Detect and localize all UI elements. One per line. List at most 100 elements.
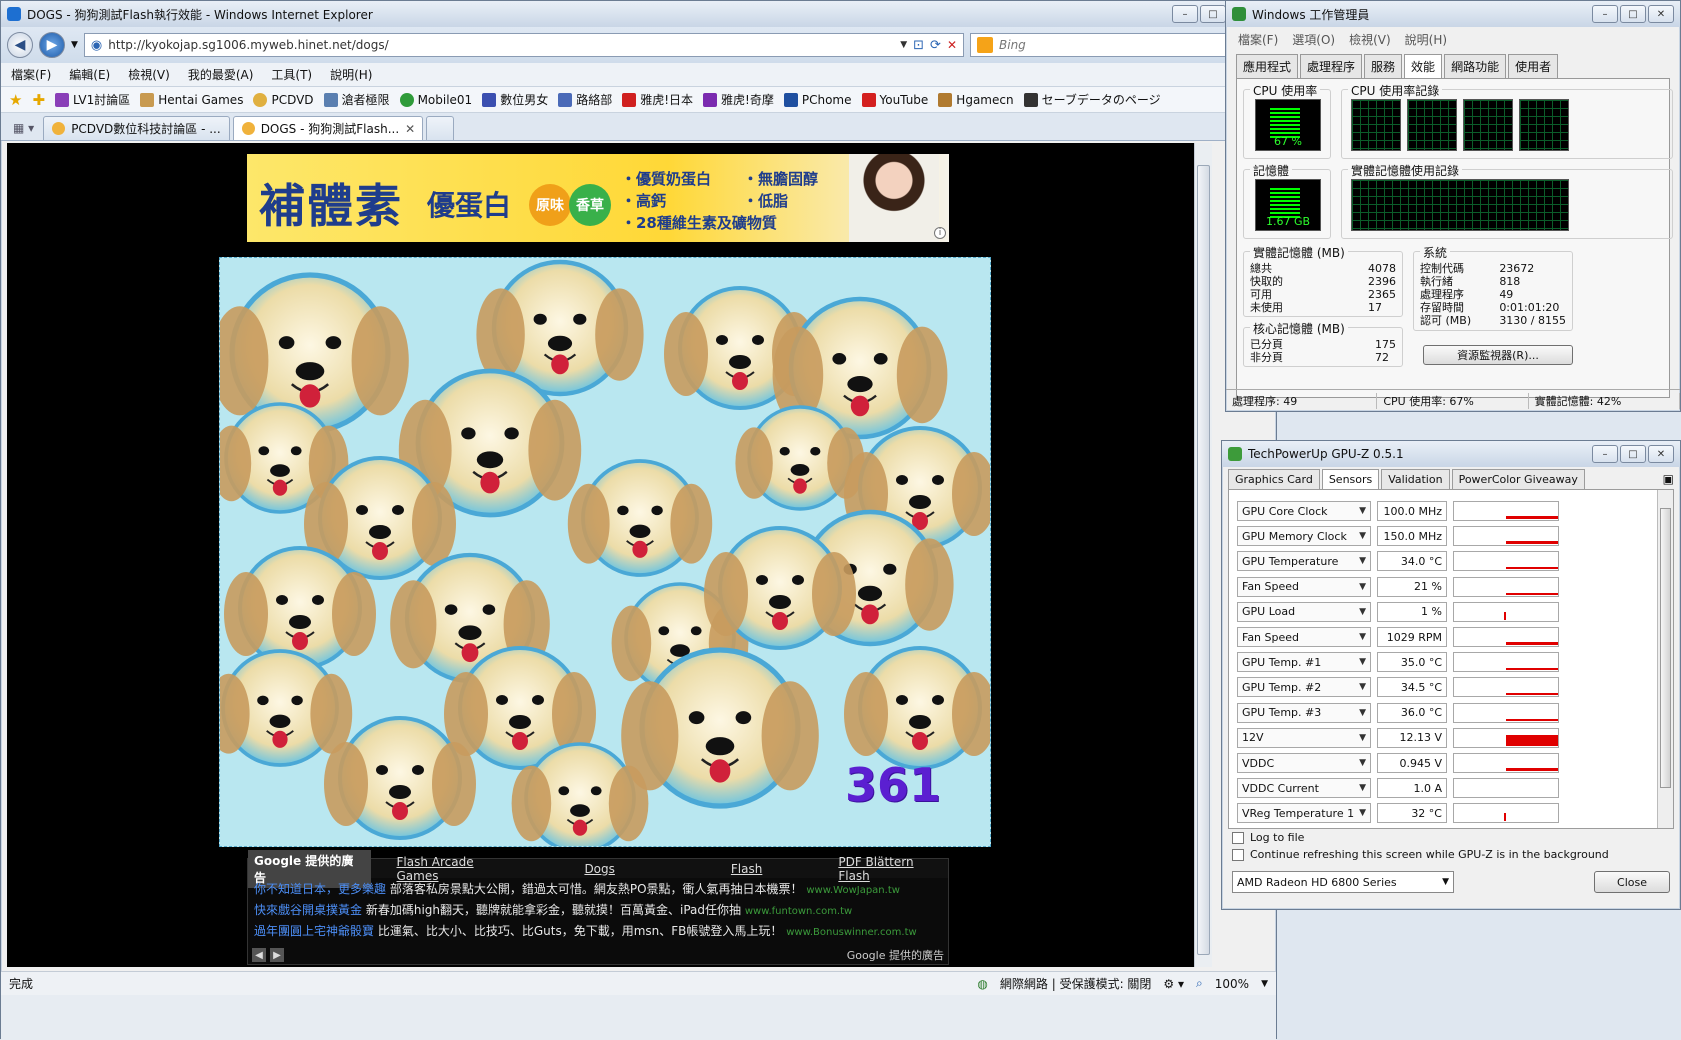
sensor-label-dropdown[interactable]: GPU Temp. #2 ▼ bbox=[1237, 677, 1371, 698]
menu-tools[interactable]: 工具(T) bbox=[271, 66, 312, 83]
sensor-label-dropdown[interactable]: GPU Load ▼ bbox=[1237, 601, 1371, 622]
tab-services[interactable]: 服務 bbox=[1364, 54, 1403, 78]
log-to-file-checkbox[interactable] bbox=[1232, 831, 1244, 844]
resource-monitor-button[interactable]: 資源監視器(R)... bbox=[1423, 345, 1573, 365]
tab-pcdvd[interactable]: PCDVD數位科技討論區 - ... bbox=[43, 116, 230, 140]
menu-view[interactable]: 檢視(V) bbox=[128, 66, 170, 83]
address-url[interactable]: http://kyokojap.sg1006.myweb.hinet.net/d… bbox=[108, 38, 894, 52]
background-refresh-checkbox[interactable] bbox=[1232, 848, 1244, 861]
ad-topic-link[interactable]: PDF Blättern Flash bbox=[838, 855, 948, 883]
zoom-icon[interactable]: ⌕ bbox=[1196, 976, 1203, 991]
ad-info-icon[interactable]: i bbox=[934, 227, 946, 239]
security-zone[interactable]: 網際網路 | 受保護模式: 關閉 bbox=[1000, 975, 1152, 992]
sensor-label-dropdown[interactable]: VDDC Current ▼ bbox=[1237, 778, 1371, 799]
page-scrollbar[interactable] bbox=[1194, 143, 1212, 967]
background-refresh-option[interactable]: Continue refreshing this screen while GP… bbox=[1222, 846, 1680, 863]
sensor-label-dropdown[interactable]: 12V ▼ bbox=[1237, 727, 1371, 748]
fav-link[interactable]: Mobile01 bbox=[399, 92, 472, 107]
minimize-button[interactable]: – bbox=[1592, 5, 1618, 23]
tm-menu-view[interactable]: 檢視(V) bbox=[1349, 31, 1391, 48]
ads-by-google[interactable]: Google 提供的廣告 bbox=[847, 947, 944, 963]
sensors-scrollbar[interactable] bbox=[1657, 490, 1673, 828]
forward-button[interactable]: ▶ bbox=[39, 32, 65, 58]
tab-validation[interactable]: Validation bbox=[1381, 469, 1450, 489]
ad-topic-link[interactable]: Dogs bbox=[584, 862, 614, 876]
address-bar[interactable]: ◉ http://kyokojap.sg1006.myweb.hinet.net… bbox=[83, 33, 964, 57]
ad-url[interactable]: www.WowJapan.tw bbox=[806, 885, 900, 896]
minimize-button[interactable]: – bbox=[1592, 445, 1618, 463]
new-tab-button[interactable] bbox=[425, 116, 454, 140]
stop-icon[interactable]: ✕ bbox=[947, 38, 957, 52]
sensor-label-dropdown[interactable]: GPU Temperature ▼ bbox=[1237, 551, 1371, 572]
tm-menu-help[interactable]: 說明(H) bbox=[1405, 31, 1447, 48]
maximize-button[interactable]: □ bbox=[1620, 5, 1646, 23]
sensor-label-dropdown[interactable]: GPU Memory Clock ▼ bbox=[1237, 526, 1371, 547]
scrollbar-thumb[interactable] bbox=[1197, 165, 1210, 955]
close-button[interactable]: ✕ bbox=[1648, 445, 1674, 463]
fav-link[interactable]: 滄者極限 bbox=[323, 91, 390, 108]
fav-link[interactable]: 雅虎!日本 bbox=[622, 91, 693, 108]
sensor-label-dropdown[interactable]: VReg Temperature 1 ▼ bbox=[1237, 803, 1371, 824]
fav-link[interactable]: LV1討論區 bbox=[55, 91, 130, 108]
favorites-star-icon[interactable]: ★ bbox=[9, 91, 22, 109]
tab-processes[interactable]: 處理程序 bbox=[1300, 54, 1363, 78]
tab-giveaway[interactable]: PowerColor Giveaway bbox=[1451, 469, 1585, 489]
ad-title[interactable]: 過年團圓上宅神爺骰寶 bbox=[254, 924, 374, 938]
tab-graphics-card[interactable]: Graphics Card bbox=[1228, 469, 1320, 489]
refresh-icon[interactable]: ⟳ bbox=[930, 38, 941, 53]
tab-users[interactable]: 使用者 bbox=[1508, 54, 1559, 78]
gpuz-close-button[interactable]: Close bbox=[1594, 871, 1670, 893]
ad-line[interactable]: 你不知道日本，更多樂趣 部落客私房景點大公開，錯過太可惜。網友熱PO景點，衝人氣… bbox=[248, 878, 948, 899]
sensor-label-dropdown[interactable]: Fan Speed ▼ bbox=[1237, 627, 1371, 647]
maximize-button[interactable]: □ bbox=[1200, 5, 1226, 23]
camera-icon[interactable]: ▣ bbox=[1663, 469, 1674, 489]
menu-file[interactable]: 檔案(F) bbox=[11, 66, 51, 83]
fav-link[interactable]: PChome bbox=[783, 92, 852, 107]
add-favorite-icon[interactable]: ✚ bbox=[32, 91, 45, 109]
ad-topic-link[interactable]: Flash bbox=[731, 862, 762, 876]
sensor-label-dropdown[interactable]: GPU Temp. #1 ▼ bbox=[1237, 652, 1371, 673]
menu-help[interactable]: 說明(H) bbox=[330, 66, 372, 83]
gpu-select[interactable]: AMD Radeon HD 6800 Series ▼ bbox=[1232, 871, 1454, 893]
close-button[interactable]: ✕ bbox=[1648, 5, 1674, 23]
sensor-label-dropdown[interactable]: GPU Temp. #3 ▼ bbox=[1237, 702, 1371, 723]
tm-menu-file[interactable]: 檔案(F) bbox=[1238, 31, 1278, 48]
sensor-label-dropdown[interactable]: VDDC ▼ bbox=[1237, 753, 1371, 773]
ad-line[interactable]: 快來戲谷開桌撲黃金 新春加碼high翻天，聽牌就能拿彩金，聽就摸！百萬黃金、iP… bbox=[248, 899, 948, 920]
scrollbar-thumb[interactable] bbox=[1660, 508, 1671, 788]
close-tab-icon[interactable]: ✕ bbox=[405, 122, 415, 136]
ad-url[interactable]: www.funtown.com.tw bbox=[745, 906, 852, 917]
zoom-dropdown-icon[interactable]: ▼ bbox=[1261, 979, 1268, 989]
fav-link[interactable]: Hentai Games bbox=[140, 92, 243, 107]
maximize-button[interactable]: □ bbox=[1620, 445, 1646, 463]
quick-tabs-icon[interactable]: ▦ ▾ bbox=[7, 121, 40, 140]
fav-link[interactable]: Hgamecn bbox=[938, 92, 1014, 107]
fav-link[interactable]: PCDVD bbox=[253, 92, 314, 107]
flash-dogs-game[interactable]: 361 bbox=[219, 257, 991, 847]
sensor-label-dropdown[interactable]: GPU Core Clock ▼ bbox=[1237, 501, 1371, 521]
tab-networking[interactable]: 網路功能 bbox=[1444, 54, 1507, 78]
fav-link[interactable]: YouTube bbox=[861, 92, 928, 107]
fav-link[interactable]: 數位男女 bbox=[482, 91, 548, 108]
tm-menu-options[interactable]: 選項(O) bbox=[1292, 31, 1335, 48]
back-button[interactable]: ◀ bbox=[7, 32, 33, 58]
compat-view-icon[interactable]: ⊡ bbox=[913, 38, 924, 53]
log-to-file-option[interactable]: Log to file bbox=[1222, 829, 1680, 846]
address-dropdown-icon[interactable]: ▼ bbox=[900, 40, 907, 50]
ad-title[interactable]: 快來戲谷開桌撲黃金 bbox=[254, 903, 362, 917]
ads-next-icon[interactable]: ▶ bbox=[270, 948, 284, 962]
ad-title[interactable]: 你不知道日本，更多樂趣 bbox=[254, 882, 386, 896]
history-dropdown-icon[interactable]: ▼ bbox=[71, 40, 78, 50]
menu-favorites[interactable]: 我的最愛(A) bbox=[188, 66, 254, 83]
fav-link[interactable]: セーブデータのページ bbox=[1023, 91, 1161, 108]
tab-applications[interactable]: 應用程式 bbox=[1236, 54, 1299, 78]
ad-topic-link[interactable]: Flash Arcade Games bbox=[397, 855, 519, 883]
sensor-label-dropdown[interactable]: Fan Speed ▼ bbox=[1237, 576, 1371, 597]
fav-link[interactable]: 雅虎!奇摩 bbox=[703, 91, 774, 108]
fav-link[interactable]: 路絡部 bbox=[558, 91, 612, 108]
tab-dogs[interactable]: DOGS - 狗狗測試Flash... ✕ bbox=[232, 116, 423, 140]
ad-url[interactable]: www.Bonuswinner.com.tw bbox=[786, 927, 916, 938]
tab-performance[interactable]: 效能 bbox=[1404, 54, 1443, 78]
banner-ad[interactable]: 補體素 優蛋白 原味 香草 ・優質奶蛋白 ・高鈣 ・28種維生素及礦物質 ・無膽… bbox=[247, 154, 949, 242]
zoom-level[interactable]: 100% bbox=[1215, 977, 1249, 991]
